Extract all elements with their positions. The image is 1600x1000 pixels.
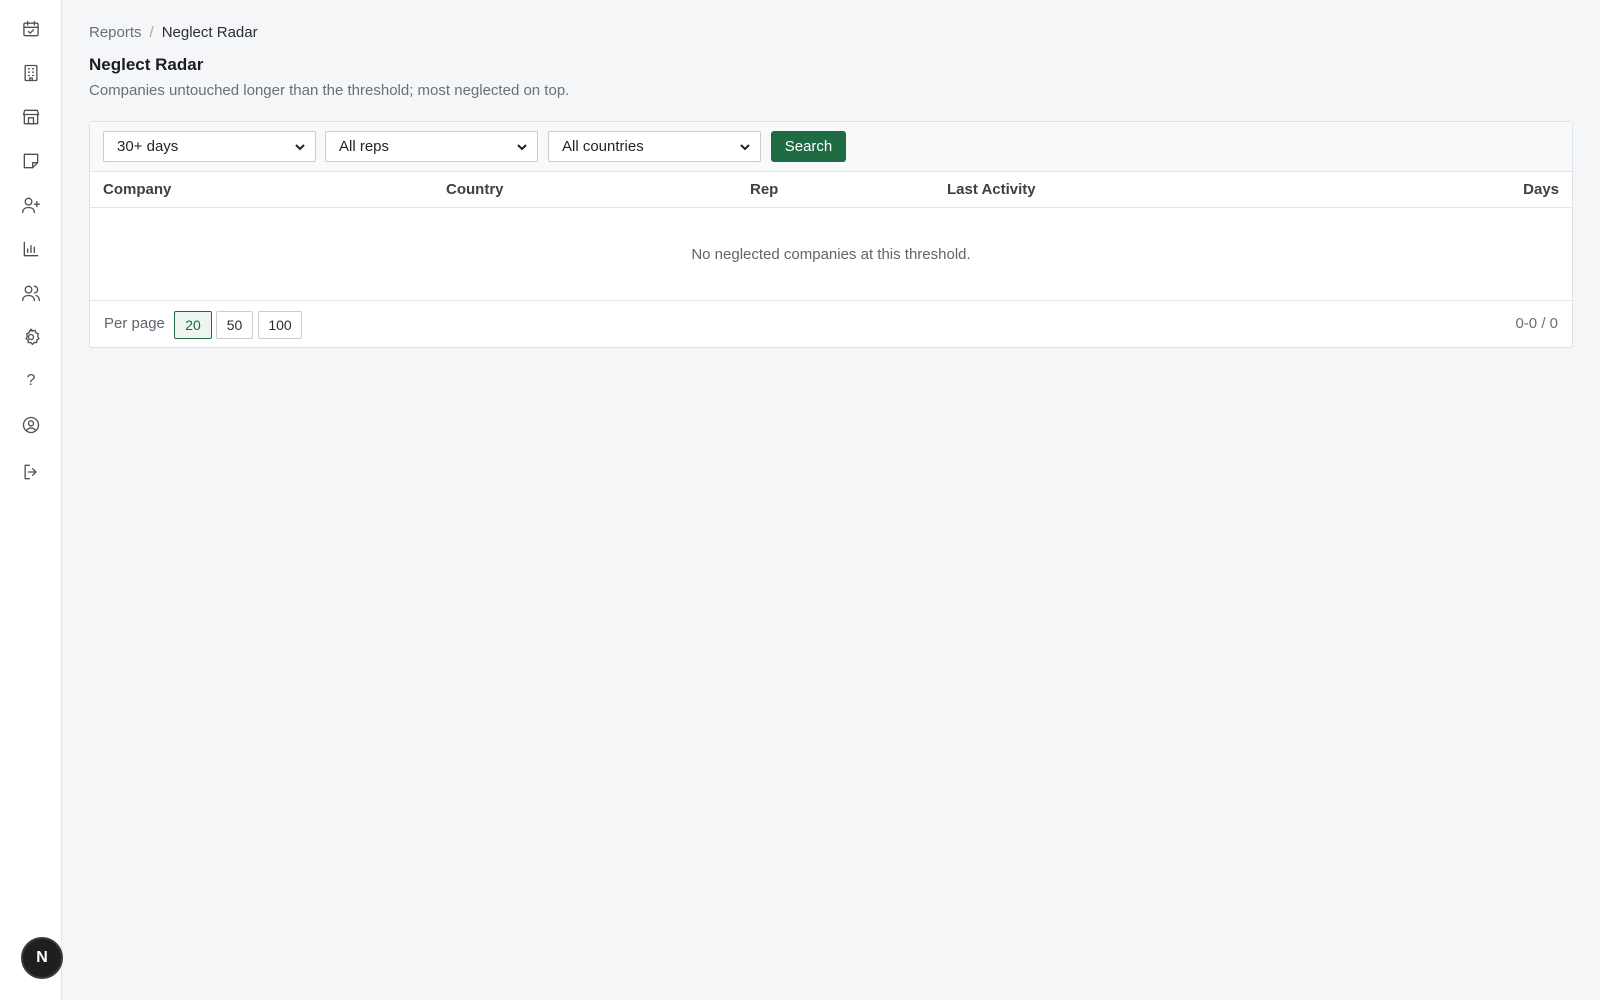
- per-page-100-button[interactable]: 100: [258, 311, 302, 339]
- users-icon[interactable]: [19, 281, 43, 305]
- calendar-check-icon[interactable]: [19, 17, 43, 41]
- threshold-select-value: 30+ days: [117, 138, 179, 155]
- breadcrumb-separator: /: [149, 24, 154, 41]
- store-icon[interactable]: [19, 105, 43, 129]
- logout-icon[interactable]: [19, 460, 43, 484]
- sticky-note-icon[interactable]: [19, 149, 43, 173]
- page-subtitle: Companies untouched longer than the thre…: [89, 82, 570, 99]
- per-page-50-button[interactable]: 50: [216, 311, 253, 339]
- threshold-select[interactable]: 30+ days: [103, 131, 316, 162]
- gear-icon[interactable]: [19, 325, 43, 349]
- country-select[interactable]: All countries: [548, 131, 761, 162]
- building-icon[interactable]: [19, 61, 43, 85]
- report-panel: 30+ days All reps All countries Search C…: [89, 121, 1573, 348]
- rep-select[interactable]: All reps: [325, 131, 538, 162]
- chevron-down-icon: [293, 140, 307, 154]
- column-header-rep[interactable]: Rep: [750, 181, 778, 198]
- help-icon[interactable]: ?: [19, 369, 43, 393]
- chevron-down-icon: [515, 140, 529, 154]
- breadcrumb: Reports / Neglect Radar: [89, 24, 258, 41]
- column-header-last-activity[interactable]: Last Activity: [947, 181, 1036, 198]
- sidebar: ? N: [0, 0, 63, 1000]
- breadcrumb-parent[interactable]: Reports: [89, 24, 142, 41]
- country-select-value: All countries: [562, 138, 644, 155]
- per-page-20-button[interactable]: 20: [174, 311, 212, 339]
- empty-state-message: No neglected companies at this threshold…: [90, 208, 1572, 301]
- user-circle-icon[interactable]: [19, 413, 43, 437]
- chevron-down-icon: [738, 140, 752, 154]
- avatar[interactable]: N: [21, 937, 63, 979]
- per-page-label: Per page: [104, 315, 165, 332]
- pagination-range: 0-0 / 0: [1515, 315, 1558, 332]
- rep-select-value: All reps: [339, 138, 390, 155]
- column-header-company[interactable]: Company: [103, 181, 171, 198]
- user-plus-icon[interactable]: [19, 193, 43, 217]
- column-header-days[interactable]: Days: [1523, 181, 1559, 198]
- table-header: Company Country Rep Last Activity Days: [90, 172, 1572, 208]
- filter-bar: 30+ days All reps All countries Search: [90, 122, 1572, 172]
- column-header-country[interactable]: Country: [446, 181, 504, 198]
- pagination-bar: Per page 20 50 100 0-0 / 0: [90, 301, 1572, 347]
- avatar-initial: N: [36, 949, 48, 966]
- page-title: Neglect Radar: [89, 55, 204, 74]
- search-button[interactable]: Search: [771, 131, 846, 162]
- bar-chart-icon[interactable]: [19, 237, 43, 261]
- breadcrumb-current: Neglect Radar: [161, 24, 258, 41]
